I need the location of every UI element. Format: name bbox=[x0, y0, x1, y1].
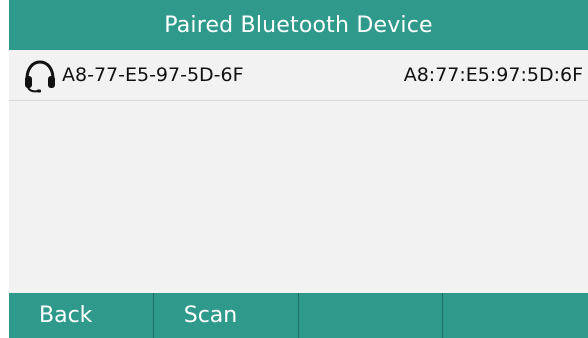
device-mac-address: A8:77:E5:97:5D:6F bbox=[403, 64, 583, 86]
device-list: A8-77-E5-97-5D-6F A8:77:E5:97:5D:6F bbox=[9, 50, 588, 293]
scan-button-label: Scan bbox=[183, 303, 238, 328]
headset-icon bbox=[25, 60, 55, 93]
back-button-label: Back bbox=[39, 303, 93, 328]
back-button[interactable]: Back bbox=[9, 293, 154, 338]
phone-display: Paired Bluetooth Device A8-77-E5-97-5D-6… bbox=[9, 0, 588, 338]
softkey-3[interactable] bbox=[299, 293, 444, 338]
bluetooth-screen: Paired Bluetooth Device A8-77-E5-97-5D-6… bbox=[0, 0, 588, 338]
softkey-bar: Back Scan bbox=[9, 293, 588, 338]
page-title: Paired Bluetooth Device bbox=[164, 12, 433, 38]
device-list-item[interactable]: A8-77-E5-97-5D-6F A8:77:E5:97:5D:6F bbox=[9, 50, 588, 101]
scan-button[interactable]: Scan bbox=[154, 293, 299, 338]
title-bar: Paired Bluetooth Device bbox=[9, 0, 588, 50]
softkey-4[interactable] bbox=[443, 293, 588, 338]
device-name: A8-77-E5-97-5D-6F bbox=[62, 64, 244, 86]
